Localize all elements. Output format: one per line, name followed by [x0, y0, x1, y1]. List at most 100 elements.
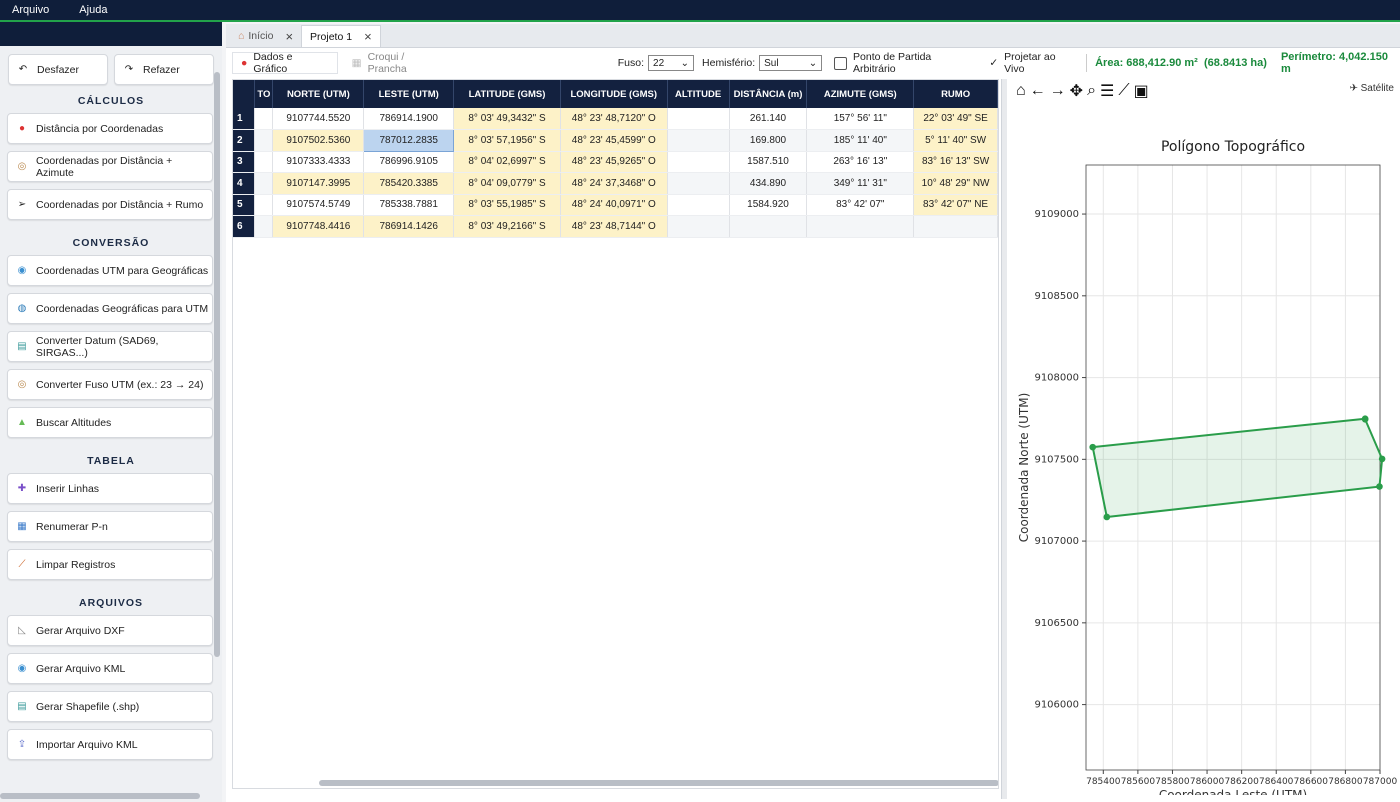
table-cell[interactable]: 157° 56' 11" [806, 108, 915, 130]
table-cell[interactable]: 8° 03' 55,1985" S [453, 194, 561, 216]
table-cell[interactable]: 83° 16' 13" SW [913, 151, 998, 173]
table-cell[interactable]: 48° 23' 45,9265" O [560, 151, 668, 173]
menu-arquivo[interactable]: Arquivo [8, 4, 53, 16]
home-icon[interactable]: ⌂ [1016, 82, 1026, 100]
table-cell[interactable]: 48° 24' 37,3468" O [560, 172, 668, 195]
table-cell[interactable] [254, 172, 274, 195]
row-number[interactable]: 3 [233, 151, 256, 173]
table-cell[interactable]: 48° 24' 40,0971" O [560, 194, 668, 216]
back-icon[interactable]: ← [1030, 82, 1046, 100]
subtab-croqui[interactable]: ▦ Croqui / Prancha [344, 51, 454, 75]
table-cell[interactable]: 8° 03' 57,1956" S [453, 129, 561, 152]
close-icon[interactable]: × [364, 29, 372, 44]
edit-curve-icon[interactable]: ⟋ [1118, 82, 1129, 100]
table-cell[interactable]: 1584.920 [729, 194, 808, 216]
table-cell[interactable] [806, 215, 915, 238]
table-cell[interactable]: 261.140 [729, 108, 808, 130]
table-cell[interactable]: 786996.9105 [363, 151, 455, 173]
table-cell[interactable] [667, 194, 730, 216]
table-cell[interactable]: 10° 48' 29" NW [913, 172, 998, 195]
sidebar-button[interactable]: ⟋ Limpar Registros [7, 549, 213, 580]
table-cell[interactable]: 9107333.4333 [272, 151, 365, 173]
table-cell[interactable]: 8° 03' 49,3432" S [453, 108, 561, 130]
sidebar-button[interactable]: ◎ Converter Fuso UTM (ex.: 23 → 24) [7, 369, 213, 400]
table-cell[interactable] [254, 108, 274, 130]
table-cell[interactable] [667, 129, 730, 152]
subtab-dados-grafico[interactable]: ● Dados e Gráfico [232, 51, 338, 75]
configure-icon[interactable]: ☰ [1100, 81, 1114, 101]
forward-icon[interactable]: → [1050, 82, 1066, 100]
sidebar-button[interactable]: ▦ Renumerar P-n [7, 511, 213, 542]
table-cell[interactable]: 9107147.3995 [272, 172, 365, 195]
table-cell[interactable] [667, 215, 730, 238]
column-header[interactable]: LONGITUDE (GMS) [560, 80, 668, 108]
table-cell[interactable]: 22° 03' 49" SE [913, 108, 998, 130]
redo-button[interactable]: ↷ Refazer [114, 54, 214, 85]
table-cell[interactable] [254, 194, 274, 216]
table-cell[interactable]: 9107502.5360 [272, 129, 365, 152]
table-hscrollbar[interactable] [319, 780, 998, 786]
table-cell[interactable]: 83° 42' 07" NE [913, 194, 998, 216]
column-header[interactable]: LESTE (UTM) [363, 80, 455, 108]
table-cell[interactable]: 9107744.5520 [272, 108, 365, 130]
table-cell[interactable]: 787012.2835 [363, 129, 455, 152]
table-cell[interactable] [254, 151, 274, 173]
sidebar-button[interactable]: ➢ Coordenadas por Distância + Rumo [7, 189, 213, 220]
row-number[interactable]: 1 [233, 108, 256, 130]
row-number[interactable]: 5 [233, 194, 256, 216]
sidebar-scrollbar[interactable] [214, 72, 220, 657]
arbitrary-start-checkbox[interactable] [834, 56, 848, 70]
pan-icon[interactable]: ✥ [1070, 81, 1083, 101]
table-cell[interactable] [913, 215, 998, 238]
hemisferio-select[interactable]: Sul ⌄ [759, 55, 823, 71]
table-cell[interactable] [667, 108, 730, 130]
table-cell[interactable]: 83° 42' 07" [806, 194, 915, 216]
sidebar-button[interactable]: ▤ Converter Datum (SAD69, SIRGAS...) [7, 331, 213, 362]
zoom-icon[interactable]: ⌕ [1087, 82, 1096, 100]
table-cell[interactable]: 1587.510 [729, 151, 808, 173]
column-header[interactable]: AZIMUTE (GMS) [806, 80, 915, 108]
sidebar-hscrollbar[interactable] [0, 793, 200, 799]
sidebar-button[interactable]: ▲ Buscar Altitudes [7, 407, 213, 438]
column-header[interactable]: RUMO [913, 80, 998, 108]
table-cell[interactable]: 785420.3385 [363, 172, 455, 195]
column-header[interactable]: DISTÂNCIA (m) [729, 80, 808, 108]
table-cell[interactable]: 9107748.4416 [272, 215, 365, 238]
row-number[interactable]: 2 [233, 129, 256, 152]
table-cell[interactable] [729, 215, 808, 238]
row-number[interactable]: 6 [233, 215, 256, 238]
tab-projeto-1[interactable]: Projeto 1 × [301, 25, 381, 47]
column-header[interactable]: ALTITUDE [667, 80, 730, 108]
table-cell[interactable]: 48° 23' 48,7120" O [560, 108, 668, 130]
table-cell[interactable]: 48° 23' 45,4599" O [560, 129, 668, 152]
row-number[interactable]: 4 [233, 172, 256, 195]
save-icon[interactable]: ▣ [1134, 81, 1149, 101]
table-cell[interactable]: 8° 03' 49,2166" S [453, 215, 561, 238]
tab-inicio[interactable]: ⌂ Início × [230, 25, 301, 47]
sidebar-button[interactable]: ● Distância por Coordenadas [7, 113, 213, 144]
satellite-button[interactable]: ✈ Satélite [1349, 83, 1394, 94]
sidebar-button[interactable]: ◉ Gerar Arquivo KML [7, 653, 213, 684]
table-cell[interactable]: 5° 11' 40" SW [913, 129, 998, 152]
sidebar-button[interactable]: ✚ Inserir Linhas [7, 473, 213, 504]
table-cell[interactable]: 8° 04' 02,6997" S [453, 151, 561, 173]
table-cell[interactable] [254, 129, 274, 152]
close-icon[interactable]: × [285, 29, 293, 44]
check-icon[interactable]: ✓ [989, 57, 998, 69]
table-cell[interactable]: 8° 04' 09,0779" S [453, 172, 561, 195]
fuso-select[interactable]: 22 ⌄ [648, 55, 695, 71]
table-cell[interactable] [667, 151, 730, 173]
table-cell[interactable]: 9107574.5749 [272, 194, 365, 216]
table-cell[interactable]: 349° 11' 31" [806, 172, 915, 195]
sidebar-button[interactable]: ◍ Coordenadas Geográficas para UTM [7, 293, 213, 324]
table-cell[interactable]: 786914.1426 [363, 215, 455, 238]
table-cell[interactable]: 185° 11' 40" [806, 129, 915, 152]
column-header[interactable]: LATITUDE (GMS) [453, 80, 561, 108]
table-cell[interactable]: 169.800 [729, 129, 808, 152]
table-cell[interactable]: 786914.1900 [363, 108, 455, 130]
column-header[interactable]: NORTE (UTM) [272, 80, 365, 108]
menu-ajuda[interactable]: Ajuda [75, 4, 111, 16]
sidebar-button[interactable]: ◎ Coordenadas por Distância + Azimute [7, 151, 213, 182]
sidebar-button[interactable]: ◉ Coordenadas UTM para Geográficas [7, 255, 213, 286]
column-header[interactable]: TO [254, 80, 274, 108]
